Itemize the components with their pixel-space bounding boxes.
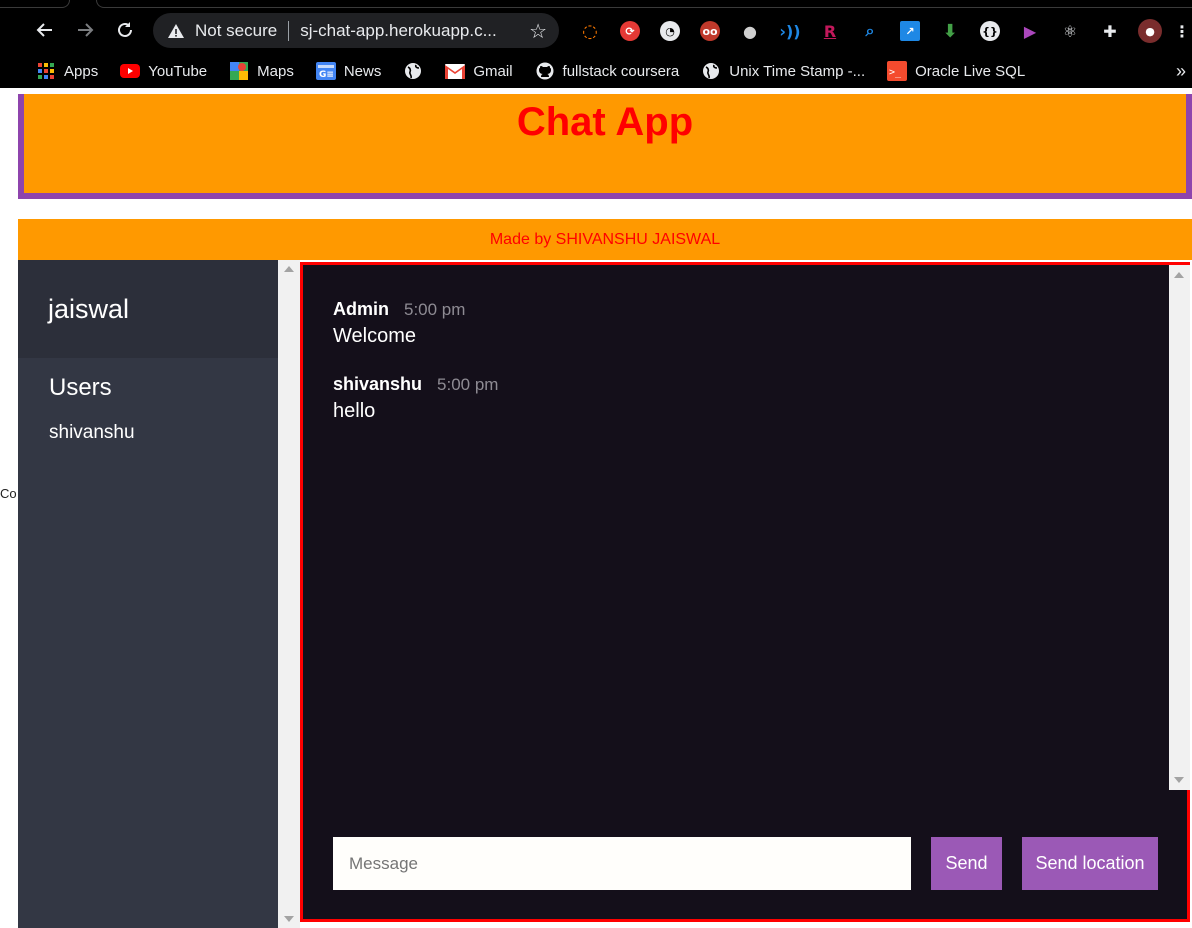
reload-button[interactable] [111, 16, 139, 44]
message-meta: Admin 5:00 pm [333, 299, 1169, 320]
bookmark-label: YouTube [148, 62, 208, 80]
chat-main: Admin 5:00 pm Welcome shivanshu 5:00 pm … [300, 262, 1190, 922]
extension-icon[interactable]: ⚛ [1050, 16, 1090, 46]
clipped-text: Co [0, 486, 17, 501]
extension-icon[interactable]: ● [730, 16, 770, 46]
maps-icon [229, 61, 249, 81]
page-title: Chat App [516, 100, 694, 144]
message-author: shivanshu [333, 374, 423, 394]
message-author: Admin [333, 299, 389, 319]
bookmark-news[interactable]: G≡ News [315, 54, 382, 88]
security-label[interactable]: Not secure [195, 21, 277, 41]
send-location-button[interactable]: Send location [1022, 837, 1158, 890]
bookmark-apps[interactable]: Apps [36, 54, 98, 88]
message-composer: Send Send location [333, 837, 1163, 890]
extension-icon[interactable]: oo [690, 16, 730, 46]
bookmark-label: Gmail [473, 62, 513, 80]
bookmark-fullstack-coursera[interactable]: fullstack coursera [535, 54, 680, 88]
news-icon: G≡ [315, 61, 336, 81]
chat-sidebar: jaiswal Users shivanshu [18, 260, 278, 928]
globe-icon [403, 61, 423, 81]
message-text: hello [333, 400, 376, 422]
bookmark-globe[interactable] [403, 54, 431, 88]
credit-text: Made by SHIVANSHU JAISWAL [489, 230, 721, 248]
extension-icon[interactable]: ⌕ [850, 16, 890, 46]
credit-banner: Made by SHIVANSHU JAISWAL [18, 219, 1192, 260]
star-icon[interactable]: ☆ [529, 19, 547, 43]
extension-icon[interactable]: ⬇ [930, 16, 970, 46]
svg-text:>_: >_ [889, 67, 902, 78]
app-header: Chat App [18, 94, 1192, 199]
globe-icon [701, 61, 721, 81]
bookmark-gmail[interactable]: Gmail [445, 54, 513, 88]
tab-edge [0, 0, 70, 8]
users-heading: Users [49, 374, 112, 401]
bookmark-oracle-live-sql[interactable]: >_ Oracle Live SQL [887, 54, 1025, 88]
bookmarks-overflow-button[interactable]: » [1176, 54, 1186, 88]
url-text[interactable]: sj-chat-app.herokuapp.c... [300, 21, 497, 41]
extension-icon[interactable]: R [810, 16, 850, 46]
extension-icon[interactable]: ›)) [770, 16, 810, 46]
bookmarks-bar: Apps YouTube Maps G≡ News Gmail fullstac… [0, 54, 1192, 88]
menu-icon[interactable]: ⋮ [1170, 16, 1192, 46]
page-viewport: Co Chat App Made by SHIVANSHU JAISWAL ja… [0, 88, 1192, 928]
address-bar[interactable]: Not secure sj-chat-app.herokuapp.c... ☆ [153, 13, 559, 48]
puzzle-icon[interactable]: ✚ [1090, 16, 1130, 46]
github-icon [535, 61, 555, 81]
message-time: 5:00 pm [437, 375, 499, 394]
bookmark-label: Oracle Live SQL [915, 62, 1026, 80]
reload-icon [118, 22, 132, 37]
browser-toolbar: Not secure sj-chat-app.herokuapp.c... ☆ … [0, 0, 1192, 54]
message: shivanshu 5:00 pm hello [333, 374, 1169, 423]
message-text: Welcome [333, 325, 416, 347]
profile-avatar[interactable]: ● [1130, 16, 1170, 46]
sidebar-scrollbar[interactable] [278, 260, 300, 928]
bookmark-label: Apps [64, 62, 99, 80]
bookmark-youtube[interactable]: YouTube [120, 54, 207, 88]
bookmark-label: fullstack coursera [562, 62, 680, 80]
scroll-down-icon[interactable] [1174, 777, 1184, 783]
user-list-item: shivanshu [49, 422, 135, 443]
message-input[interactable] [333, 837, 911, 890]
room-title-box: jaiswal [18, 260, 278, 358]
bookmark-label: News [343, 62, 382, 80]
bookmark-label: Unix Time Stamp -... [729, 62, 866, 80]
extensions-bar: ◌ ⟳ ◔ oo ● ›)) R ⌕ ↗ ⬇ {} ▶ ⚛ ✚ ● ⋮ [570, 16, 1192, 46]
forward-button[interactable] [71, 16, 99, 44]
scroll-down-icon[interactable] [284, 916, 294, 922]
scroll-up-icon[interactable] [1174, 272, 1184, 278]
bookmark-maps[interactable]: Maps [229, 54, 294, 88]
left-edge: Co [0, 88, 18, 928]
tab-edge [96, 0, 1192, 8]
bookmark-label: Maps [257, 62, 294, 80]
oracle-icon: >_ [887, 61, 908, 81]
gmail-icon [445, 61, 466, 81]
scroll-up-icon[interactable] [284, 266, 294, 272]
extension-icon[interactable]: ◔ [650, 16, 690, 46]
extension-icon[interactable]: ↗ [890, 16, 930, 46]
apps-grid-icon [36, 61, 56, 81]
messages-list: Admin 5:00 pm Welcome shivanshu 5:00 pm … [303, 265, 1169, 790]
arrow-left-icon [36, 23, 52, 37]
warning-triangle-icon[interactable] [167, 22, 185, 40]
extension-icon[interactable]: {} [970, 16, 1010, 46]
youtube-icon [120, 61, 141, 81]
extension-icon[interactable]: ◌ [570, 16, 610, 46]
send-button[interactable]: Send [931, 837, 1002, 890]
divider [288, 20, 290, 41]
message-time: 5:00 pm [404, 300, 466, 319]
extension-icon[interactable]: ▶ [1010, 16, 1050, 46]
room-name: jaiswal [48, 293, 130, 324]
svg-text:G≡: G≡ [319, 70, 334, 80]
message-meta: shivanshu 5:00 pm [333, 374, 1169, 395]
arrow-right-icon [78, 23, 94, 37]
extension-icon[interactable]: ⟳ [610, 16, 650, 46]
messages-scrollbar[interactable] [1169, 265, 1190, 790]
message: Admin 5:00 pm Welcome [333, 299, 1169, 348]
bookmark-unix-time-stamp[interactable]: Unix Time Stamp -... [701, 54, 865, 88]
back-button[interactable] [31, 16, 59, 44]
